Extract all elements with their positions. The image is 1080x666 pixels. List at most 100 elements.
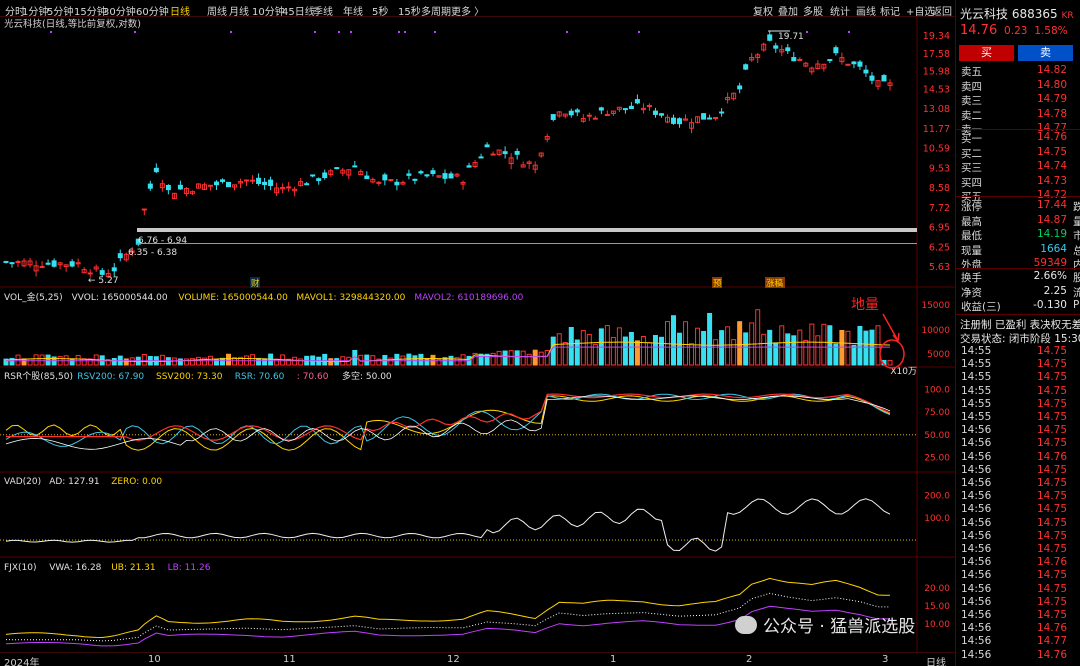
candle-body (148, 184, 152, 188)
volume-bar (22, 359, 26, 365)
volume-bar (28, 359, 32, 365)
toolbar-right-0[interactable]: 复权 (753, 3, 773, 18)
event-dot (230, 31, 232, 33)
tick-row-3-value: 14.75 (1037, 385, 1067, 397)
trade-status: 交易状态: 闭市阶段 15:30:0 (960, 331, 1080, 346)
event-dot (638, 31, 640, 33)
toolbar-item-7[interactable]: 周线 (207, 3, 227, 18)
candle-body (142, 209, 146, 210)
candle-body (864, 70, 868, 73)
volume-bar (557, 334, 561, 365)
toolbar-item-8[interactable]: 月线 (229, 3, 249, 18)
toolbar-item-11[interactable]: 季线 (313, 3, 333, 18)
toolbar-item-6[interactable]: 日线 (170, 3, 190, 18)
sell-button[interactable]: 卖 (1018, 45, 1073, 61)
event-dot (50, 31, 52, 33)
volume-bar (659, 337, 663, 365)
candle-body (491, 154, 495, 155)
tick-row-8-label: 14:56 (961, 451, 991, 463)
event-dot (848, 31, 850, 33)
candle-body (365, 176, 369, 179)
price-label-11: 6.25 (929, 242, 950, 253)
price-label-7: 9.53 (929, 163, 950, 174)
vol-label-0: 15000 (921, 301, 950, 311)
price-change: 0.23 (1004, 25, 1027, 37)
candle-body (305, 184, 309, 185)
candle-body (419, 172, 423, 173)
tick-row-23-label: 14:56 (961, 649, 991, 661)
volume-bar (497, 351, 501, 365)
toolbar-item-2[interactable]: 5分钟 (47, 3, 73, 18)
price-label-5: 11.77 (923, 124, 950, 135)
candle-body (263, 182, 267, 184)
toolbar-item-13[interactable]: 5秒 (372, 3, 388, 18)
tick-row-5-value: 14.75 (1037, 411, 1067, 423)
toolbar-item-9[interactable]: 10分钟 (252, 3, 285, 18)
candle-body (623, 109, 627, 110)
volume-bar (641, 337, 645, 365)
toolbar-right-5[interactable]: 标记 (880, 3, 900, 18)
volume-bar (816, 336, 820, 365)
price-label-9: 7.72 (929, 203, 950, 214)
bid-row-0: 买一 14.76 (956, 131, 1080, 144)
toolbar-item-14[interactable]: 15秒 (398, 3, 421, 18)
volume-bar (762, 334, 766, 365)
candle-body (46, 263, 50, 264)
period-label[interactable]: 日线 (926, 654, 946, 666)
toolbar-right-4[interactable]: 画线 (856, 3, 876, 18)
volume-bar (112, 358, 116, 365)
volume-bar (780, 326, 784, 365)
vol-header-2: VOLUME: 165000544.00 (178, 293, 288, 303)
tick-row-12: 14:56 14.75 (956, 503, 1080, 516)
toolbar-item-12[interactable]: 年线 (343, 3, 363, 18)
stat-row-2-label: 最低 (961, 228, 982, 243)
tick-row-8-value: 14.76 (1037, 451, 1067, 463)
candle-body (389, 180, 393, 181)
tick-row-0: 14:55 14.75 (956, 345, 1080, 358)
toolbar-item-15[interactable]: 多周期 (421, 3, 451, 18)
candle-body (208, 185, 212, 186)
price-label-1: 17.58 (923, 49, 950, 60)
toolbar-item-10[interactable]: 45日线 (282, 3, 315, 18)
toolbar-right-1[interactable]: 叠加 (778, 3, 798, 18)
toolbar-right-2[interactable]: 多股 (803, 3, 823, 18)
toolbar-right-3[interactable]: 统计 (830, 3, 850, 18)
candle-body (88, 273, 92, 274)
tick-row-18-label: 14:56 (961, 583, 991, 595)
vol-header-4: MAVOL2: 610189696.00 (414, 293, 523, 303)
price-label-0: 19.34 (923, 31, 950, 42)
toolbar-item-1[interactable]: 1分钟 (22, 3, 48, 18)
candle-body (485, 145, 489, 147)
buy-button[interactable]: 买 (959, 45, 1014, 61)
candle-body (311, 175, 315, 176)
tick-row-14-label: 14:56 (961, 530, 991, 542)
ask-row-3-value: 14.78 (1037, 108, 1067, 120)
rsr-header-4: : 70.60 (297, 372, 329, 382)
fjx-label-1: 15.00 (924, 602, 950, 612)
candle-body (744, 65, 748, 69)
event-dot (350, 31, 352, 33)
toolbar-item-4[interactable]: 30分钟 (103, 3, 136, 18)
kline-chart-svg[interactable]: 光云科技(日线,等比前复权,对数) 19.34 17.58 15.98 14.53 13.… (0, 17, 955, 652)
volume-bar (184, 359, 188, 365)
stat-row-3-extra: 总 (1073, 243, 1080, 258)
vol-header-1: VVOL: 165000544.00 (72, 293, 168, 303)
volume-bar (581, 331, 585, 365)
tick-row-11: 14:56 14.75 (956, 490, 1080, 503)
tick-row-16-value: 14.76 (1037, 556, 1067, 568)
toolbar-right-7[interactable]: 返回 (932, 3, 952, 18)
fjx-header-1: VWA: 16.28 (49, 563, 101, 573)
toolbar-right-6[interactable]: +自选 (906, 3, 934, 18)
toolbar-item-16[interactable]: 更多 〉 (451, 3, 484, 18)
toolbar-item-3[interactable]: 15分钟 (74, 3, 107, 18)
fjx-header-2: UB: 21.31 (111, 563, 155, 573)
candle-body (323, 173, 327, 178)
tick-row-3-label: 14:55 (961, 385, 991, 397)
candle-body (798, 59, 802, 60)
tick-row-17-value: 14.75 (1037, 569, 1067, 581)
tick-row-13: 14:56 14.75 (956, 517, 1080, 530)
volume-bar (629, 332, 633, 365)
candle-body (551, 115, 555, 120)
chart-area[interactable]: 光云科技(日线,等比前复权,对数) 19.34 17.58 15.98 14.53 13.… (0, 17, 955, 652)
toolbar-item-5[interactable]: 60分钟 (136, 3, 169, 18)
